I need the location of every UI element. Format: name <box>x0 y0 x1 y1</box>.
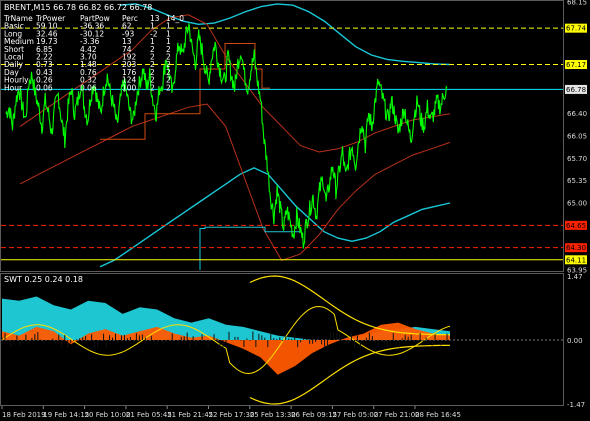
sub-y-tick-1.47: 1.47 <box>567 273 583 281</box>
table-cell: 0.06 <box>36 83 53 92</box>
chart-canvas: BRENT,M15 66.78 66.82 66.72 66.78 SWT 0.… <box>0 0 587 419</box>
x-tick-label: 28 Feb 16:45 <box>415 411 461 419</box>
y-tick-66.40: 66.40 <box>567 110 587 118</box>
x-tick-label: 20 Feb 10:00 <box>85 411 131 419</box>
y-tick-65.35: 65.35 <box>567 177 587 185</box>
main-y-axis: 68.15 67.74 67.17 66.78 66.40 66.05 65.70 65.35… <box>565 0 587 275</box>
y-tick-65.70: 65.70 <box>567 155 587 163</box>
x-tick-label: 19 Feb 14:15 <box>43 411 89 419</box>
sub-y-tick--1.47: -1.47 <box>567 401 585 409</box>
x-tick-label: 27 Feb 21:00 <box>374 411 420 419</box>
x-tick-label: 21 Feb 21:45 <box>167 411 213 419</box>
table-cell: 100 <box>122 83 137 92</box>
x-tick-label: 22 Feb 17:30 <box>209 411 255 419</box>
price-badge-label-67.74: 67.74 <box>566 25 587 33</box>
table-cell: 0.06 <box>80 83 97 92</box>
y-tick-68.15: 68.15 <box>567 0 587 7</box>
price-badge-label-67.17: 67.17 <box>566 61 586 69</box>
x-tick-label: 21 Feb 05:45 <box>126 411 172 419</box>
sub-chart-title: SWT 0.25 0.24 0.18 <box>4 275 83 284</box>
main-chart-title: BRENT,M15 66.78 66.82 66.72 66.78 <box>4 3 152 12</box>
table-cell: Hour <box>4 83 23 92</box>
price-badge-label-64.30: 64.30 <box>566 244 586 252</box>
sub-y-axis: 1.47 0.00 -1.47 <box>567 273 585 409</box>
y-tick-66.05: 66.05 <box>567 133 587 141</box>
time-x-axis: 18 Feb 201919 Feb 14:1520 Feb 10:0021 Fe… <box>1 406 461 419</box>
table-cell: 2 <box>166 83 171 92</box>
x-tick-label: 18 Feb 2019 <box>2 411 46 419</box>
x-tick-label: 27 Feb 05:00 <box>332 411 378 419</box>
price-badge-label-64.65: 64.65 <box>566 222 586 230</box>
x-tick-label: 25 Feb 13:30 <box>250 411 296 419</box>
x-tick-label: 26 Feb 09:15 <box>291 411 337 419</box>
table-cell: 2 <box>150 83 155 92</box>
y-tick-65.00: 65.00 <box>567 200 587 208</box>
sub-y-tick-0.00: 0.00 <box>567 337 583 345</box>
price-badge-label-66.78: 66.78 <box>566 86 586 94</box>
price-badge-label-64.11: 64.11 <box>566 256 586 264</box>
